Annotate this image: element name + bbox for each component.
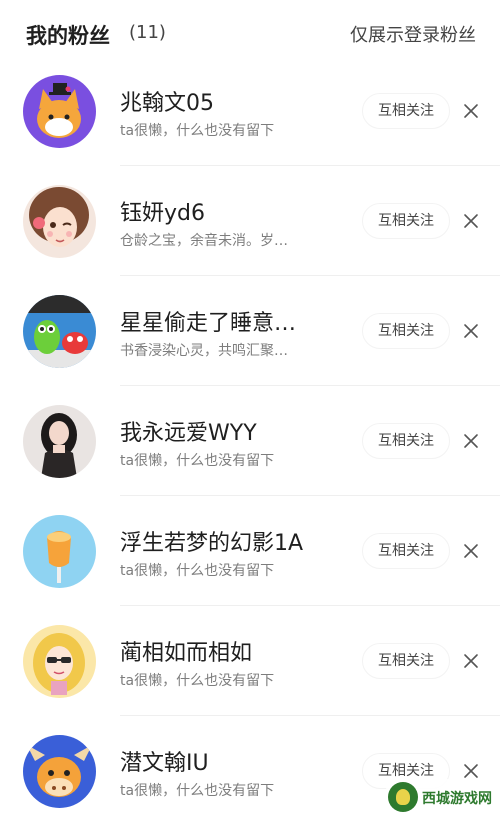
close-icon[interactable] — [461, 761, 481, 781]
watermark-text: 西城游戏网 — [422, 791, 492, 807]
filter-logged-in-fans[interactable]: 仅展示登录粉丝 — [350, 21, 476, 47]
watermark-logo-icon — [388, 782, 418, 812]
mutual-follow-button[interactable]: 互相关注 — [362, 313, 450, 349]
fan-row[interactable]: 钰妍yd6 仓龄之宝，余音未消。岁… 互相关注 — [0, 166, 500, 276]
close-icon[interactable] — [461, 651, 481, 671]
close-icon[interactable] — [461, 431, 481, 451]
fan-name[interactable]: 钰妍yd6 — [120, 195, 205, 227]
fans-count: (11) — [129, 22, 166, 43]
avatar[interactable] — [23, 185, 96, 258]
fan-row[interactable]: 我永远爱WYY ta很懒，什么也没有留下 互相关注 — [0, 386, 500, 496]
fan-name[interactable]: 我永远爱WYY — [120, 415, 257, 447]
site-watermark: 西城游戏网 — [384, 779, 494, 815]
close-icon[interactable] — [461, 541, 481, 561]
fan-bio: ta很懒，什么也没有留下 — [120, 123, 275, 139]
fan-bio: 书香浸染心灵，共鸣汇聚… — [120, 343, 288, 359]
mutual-follow-button[interactable]: 互相关注 — [362, 423, 450, 459]
avatar[interactable] — [23, 625, 96, 698]
page-title: 我的粉丝 — [26, 24, 110, 48]
fan-bio: ta很懒，什么也没有留下 — [120, 563, 275, 579]
fan-bio: ta很懒，什么也没有留下 — [120, 783, 275, 799]
fan-name[interactable]: 潜文翰IU — [120, 745, 209, 777]
fan-bio: ta很懒，什么也没有留下 — [120, 673, 275, 689]
fans-list: 兆翰文05 ta很懒，什么也没有留下 互相关注 钰妍yd6 仓龄之宝，余音未消。… — [0, 56, 500, 826]
fan-bio: 仓龄之宝，余音未消。岁… — [120, 233, 288, 249]
avatar[interactable] — [23, 405, 96, 478]
fan-name[interactable]: 蔺相如而相如 — [120, 635, 252, 667]
fan-name[interactable]: 星星偷走了睡意… — [120, 305, 296, 337]
fan-name[interactable]: 兆翰文05 — [120, 85, 214, 117]
mutual-follow-button[interactable]: 互相关注 — [362, 643, 450, 679]
fan-row[interactable]: 浮生若梦的幻影1A ta很懒，什么也没有留下 互相关注 — [0, 496, 500, 606]
avatar[interactable] — [23, 295, 96, 368]
mutual-follow-button[interactable]: 互相关注 — [362, 533, 450, 569]
mutual-follow-button[interactable]: 互相关注 — [362, 203, 450, 239]
close-icon[interactable] — [461, 321, 481, 341]
avatar[interactable] — [23, 735, 96, 808]
close-icon[interactable] — [461, 101, 481, 121]
mutual-follow-button[interactable]: 互相关注 — [362, 93, 450, 129]
fan-row[interactable]: 蔺相如而相如 ta很懒，什么也没有留下 互相关注 — [0, 606, 500, 716]
avatar[interactable] — [23, 515, 96, 588]
avatar[interactable] — [23, 75, 96, 148]
fan-row[interactable]: 兆翰文05 ta很懒，什么也没有留下 互相关注 — [0, 56, 500, 166]
close-icon[interactable] — [461, 211, 481, 231]
fan-bio: ta很懒，什么也没有留下 — [120, 453, 275, 469]
fan-row[interactable]: 星星偷走了睡意… 书香浸染心灵，共鸣汇聚… 互相关注 — [0, 276, 500, 386]
fan-name[interactable]: 浮生若梦的幻影1A — [120, 525, 303, 557]
